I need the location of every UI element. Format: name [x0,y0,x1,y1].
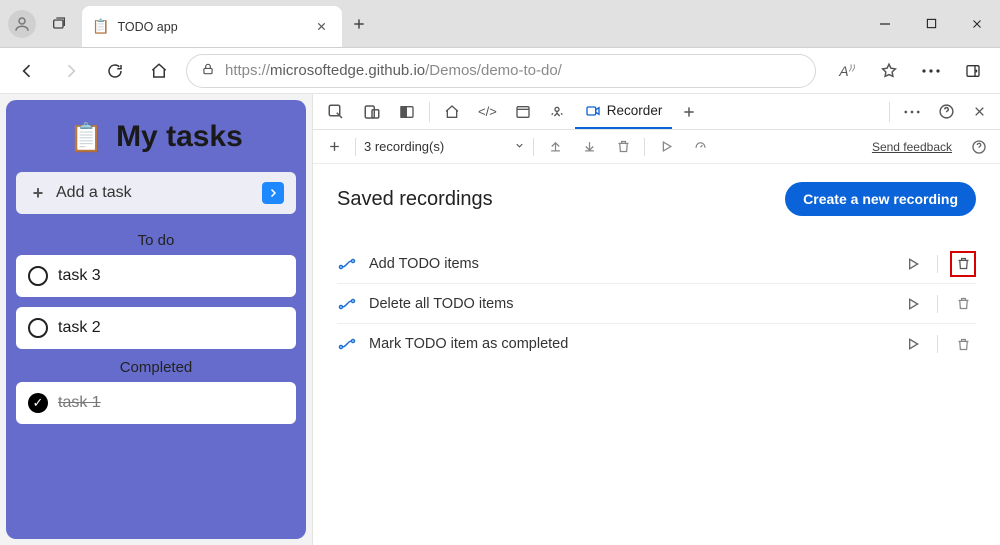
import-button[interactable] [576,134,602,160]
tab-sources[interactable] [541,95,573,129]
recorder-tab-label: Recorder [607,103,663,118]
window-controls [862,0,1000,47]
task-item[interactable]: task 2 [16,307,296,349]
delete-recording-button[interactable] [610,134,636,160]
task-label: task 3 [58,267,101,285]
delete-recording-button[interactable] [950,331,976,357]
devtools-panel: </> Recorder 3 recording(s) [312,94,1000,545]
task-item-completed[interactable]: ✓ task 1 [16,382,296,424]
home-button[interactable] [142,54,176,88]
export-button[interactable] [542,134,568,160]
tab-console[interactable] [507,95,539,129]
device-emulation-button[interactable] [355,95,389,129]
tab-elements[interactable]: </> [470,95,505,129]
favorite-button[interactable] [872,54,906,88]
recording-name: Mark TODO item as completed [369,336,889,352]
delete-recording-button[interactable] [950,291,976,317]
profile-icon[interactable] [8,10,36,38]
help-button[interactable] [966,134,992,160]
send-feedback-link[interactable]: Send feedback [872,140,952,154]
delete-recording-button[interactable] [950,251,976,277]
close-tab-button[interactable] [310,16,332,38]
browser-toolbar: https://microsoftedge.github.io/Demos/de… [0,48,1000,94]
recording-name: Add TODO items [369,256,889,272]
settings-menu-button[interactable] [914,54,948,88]
lock-icon [201,62,215,80]
sidebar-toggle-button[interactable] [956,54,990,88]
replay-button[interactable] [653,134,679,160]
submit-task-button[interactable] [262,182,284,204]
new-tab-button[interactable] [342,0,376,47]
new-recording-button[interactable] [321,134,347,160]
chevron-down-icon [514,139,525,154]
todo-app-panel: 📋 My tasks + Add a task To do task 3 tas… [6,100,306,539]
unchecked-radio-icon[interactable] [28,266,48,286]
add-task-placeholder: Add a task [56,184,132,202]
recordings-list: Add TODO items Delete all TODO items Mar… [337,244,976,364]
minimize-button[interactable] [862,1,908,47]
app-title-text: My tasks [116,120,243,154]
url-text: https://microsoftedge.github.io/Demos/de… [225,62,562,79]
flow-icon [337,337,357,351]
forward-button[interactable] [54,54,88,88]
create-recording-button[interactable]: Create a new recording [785,182,976,216]
help-button[interactable] [930,95,963,129]
flow-icon [337,257,357,271]
maximize-button[interactable] [908,1,954,47]
tab-title: TODO app [117,20,177,34]
todo-section-heading: To do [16,232,296,249]
saved-recordings-heading: Saved recordings [337,188,493,211]
play-recording-button[interactable] [901,252,925,276]
add-task-input[interactable]: + Add a task [16,172,296,214]
task-label: task 2 [58,319,101,337]
recordings-count: 3 recording(s) [364,139,444,154]
performance-button[interactable] [687,134,713,160]
more-tabs-button[interactable] [674,95,704,129]
recording-row[interactable]: Mark TODO item as completed [337,324,976,364]
task-label: task 1 [58,394,101,412]
app-title: 📋 My tasks [16,120,296,154]
recordings-dropdown[interactable]: 3 recording(s) [364,139,525,154]
devtools-tab-strip: </> Recorder [313,94,1000,130]
refresh-button[interactable] [98,54,132,88]
tab-actions-button[interactable] [44,9,74,39]
recording-name: Delete all TODO items [369,296,889,312]
flow-icon [337,297,357,311]
devtools-settings-button[interactable] [896,95,928,129]
close-window-button[interactable] [954,1,1000,47]
clipboard-icon: 📋 [92,18,109,35]
checked-icon[interactable]: ✓ [28,393,48,413]
tab-recorder[interactable]: Recorder [575,95,673,129]
recording-row[interactable]: Delete all TODO items [337,284,976,324]
window-titlebar: 📋 TODO app [0,0,1000,48]
recorder-toolbar: 3 recording(s) Send feedback [313,130,1000,164]
recording-row[interactable]: Add TODO items [337,244,976,284]
address-bar[interactable]: https://microsoftedge.github.io/Demos/de… [186,54,816,88]
read-aloud-button[interactable]: A⟩⟩ [830,54,864,88]
task-item[interactable]: task 3 [16,255,296,297]
tab-welcome[interactable] [436,95,468,129]
clipboard-icon: 📋 [69,121,104,154]
plus-icon: + [28,183,48,203]
completed-section-heading: Completed [16,359,296,376]
play-recording-button[interactable] [901,292,925,316]
close-devtools-button[interactable] [965,95,994,129]
unchecked-radio-icon[interactable] [28,318,48,338]
dock-side-button[interactable] [391,95,423,129]
play-recording-button[interactable] [901,332,925,356]
inspect-element-button[interactable] [319,95,353,129]
back-button[interactable] [10,54,44,88]
browser-tab[interactable]: 📋 TODO app [82,6,342,47]
